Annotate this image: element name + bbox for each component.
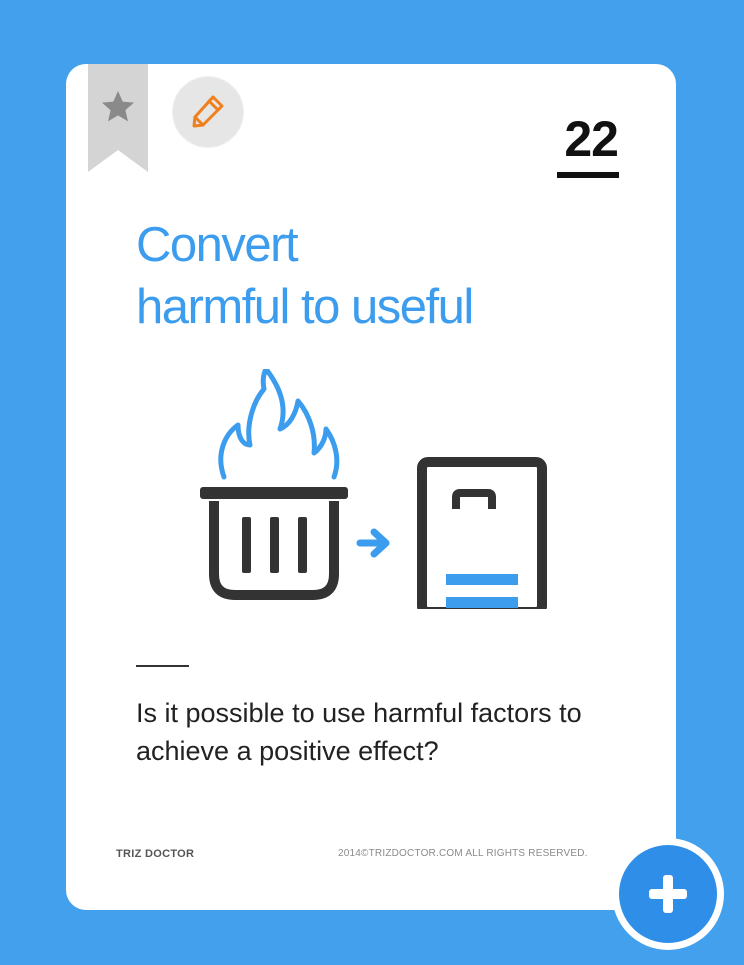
triz-card: 22 Convert harmful to useful Is it possi…: [66, 64, 676, 910]
copyright-label: 2014©TRIZDOCTOR.COM ALL RIGHTS RESERVED.: [338, 848, 588, 859]
arrow-right-icon: [356, 528, 390, 558]
illustration: [194, 366, 554, 629]
card-title: Convert harmful to useful: [136, 214, 656, 338]
card-title-line-2: harmful to useful: [136, 280, 474, 334]
card-number-underline: [557, 172, 619, 178]
bookmark-star-icon: [88, 64, 148, 172]
battery-icon: [417, 457, 547, 629]
add-button[interactable]: [612, 838, 724, 950]
edit-button[interactable]: [172, 76, 244, 148]
divider: [136, 665, 189, 667]
plus-icon: [649, 875, 687, 913]
burning-trash-bin-icon: [200, 366, 348, 600]
card-title-line-1: Convert: [136, 218, 299, 272]
bookmark-button[interactable]: [88, 64, 148, 172]
add-button-circle: [619, 845, 717, 943]
brand-label: TRIZ DOCTOR: [116, 848, 195, 860]
card-question: Is it possible to use harmful factors to…: [136, 698, 582, 766]
card-number: 22: [564, 111, 619, 167]
pencil-icon: [192, 95, 224, 128]
